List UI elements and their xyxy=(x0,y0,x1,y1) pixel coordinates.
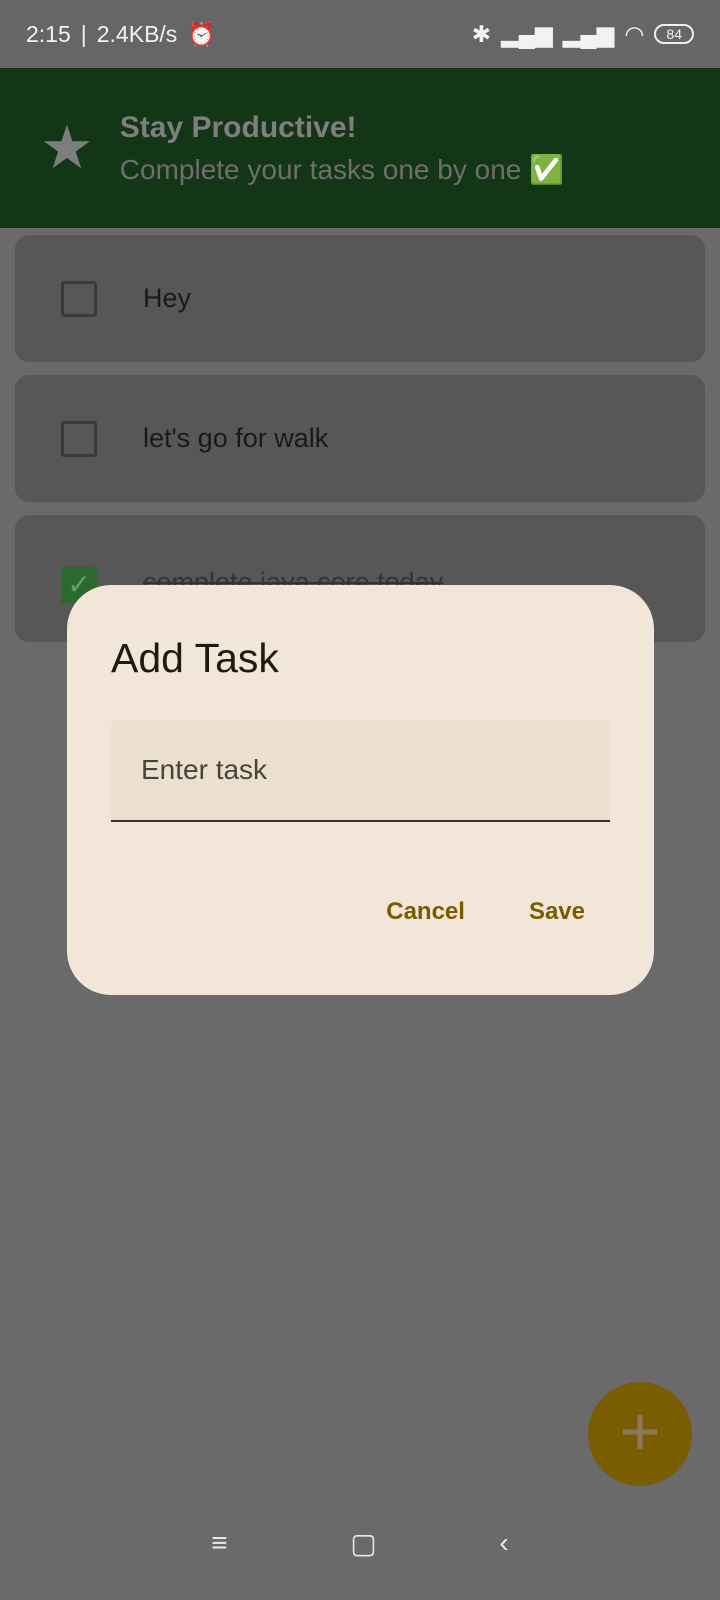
task-item[interactable]: let's go for walk xyxy=(15,375,705,502)
add-task-dialog: Add Task Cancel Save xyxy=(67,585,654,995)
header-subtitle: Complete your tasks one by one ✅ xyxy=(119,153,564,185)
task-text: let's go for walk xyxy=(143,423,329,453)
separator: | xyxy=(80,20,87,47)
task-checkbox[interactable] xyxy=(61,280,97,317)
back-icon[interactable]: ‹ xyxy=(499,1527,508,1560)
status-bar: 2:15 | 2.4KB/s ⏰ ✱ ▂▄▆ ▂▄▆ ◠ 84 xyxy=(0,0,720,68)
task-input[interactable] xyxy=(141,754,580,786)
home-icon[interactable]: ▢ xyxy=(350,1527,376,1560)
task-field[interactable] xyxy=(111,720,610,822)
star-icon: ★ xyxy=(40,114,94,181)
menu-icon[interactable]: ≡ xyxy=(211,1527,227,1560)
dialog-title: Add Task xyxy=(111,635,279,681)
task-text: Hey xyxy=(143,283,192,313)
alarm-icon: ⏰ xyxy=(187,20,216,47)
wifi-icon: ◠ xyxy=(624,20,645,47)
task-item[interactable]: Hey xyxy=(15,235,705,362)
network-speed: 2.4KB/s xyxy=(96,20,178,47)
signal-icon: ▂▄▆ xyxy=(562,20,615,47)
bluetooth-icon: ✱ xyxy=(471,20,491,47)
add-task-fab[interactable]: + xyxy=(588,1382,692,1486)
signal-icon: ▂▄▆ xyxy=(501,20,553,47)
app-header: ★ Stay Productive! Complete your tasks on… xyxy=(0,68,720,228)
header-title: Stay Productive! xyxy=(119,110,357,144)
battery-icon: 84 xyxy=(654,24,694,44)
navigation-bar: ≡ ▢ ‹ xyxy=(0,1527,720,1560)
save-button[interactable]: Save xyxy=(529,898,585,926)
cancel-button[interactable]: Cancel xyxy=(386,898,465,926)
task-checkbox[interactable] xyxy=(61,420,97,457)
status-time: 2:15 xyxy=(26,20,71,47)
